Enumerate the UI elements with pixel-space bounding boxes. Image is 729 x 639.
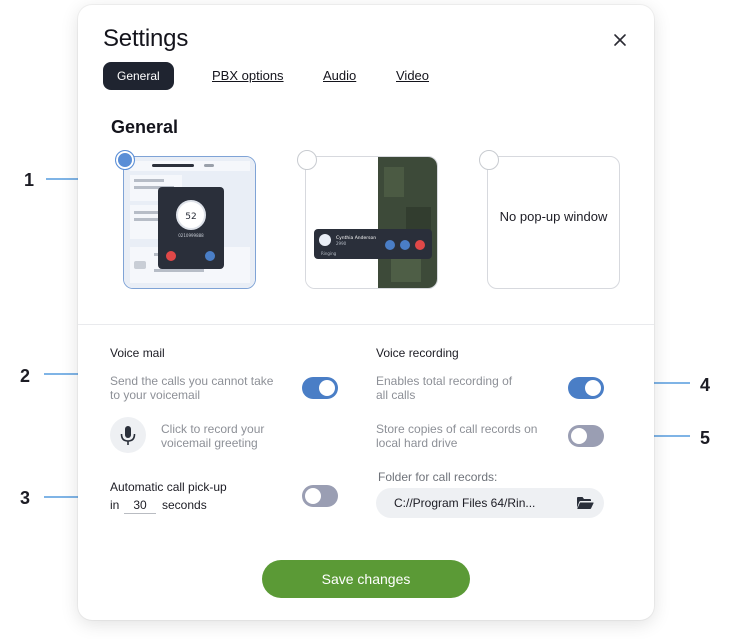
section-title: General (111, 117, 179, 137)
folder-label: Folder for call records: (378, 470, 498, 484)
preview-caller-number: 0210999888 (178, 233, 204, 238)
tab-general[interactable]: General (103, 62, 174, 90)
microphone-icon (120, 426, 136, 445)
compact-status: Ringing (321, 251, 337, 256)
auto-pickup-toggle[interactable] (302, 485, 338, 507)
tab-pbx-options[interactable]: PBX options (212, 62, 284, 90)
callout-1-label: 1 (24, 170, 35, 190)
dialog-title: Settings (103, 25, 189, 52)
folder-open-icon[interactable] (576, 496, 594, 510)
popup-option-window[interactable]: 52 0210999888 (123, 156, 256, 289)
close-icon[interactable] (611, 31, 629, 49)
local-copies-toggle[interactable] (568, 425, 604, 447)
callout-5-label: 5 (700, 428, 711, 448)
settings-tabs: General PBX options Audio Video (103, 62, 503, 90)
callout-2-label: 2 (20, 366, 31, 386)
settings-dialog: Settings General PBX options Audio Video… (78, 5, 654, 620)
total-recording-toggle[interactable] (568, 377, 604, 399)
folder-path-field[interactable]: C://Program Files 64/Rin... (376, 488, 604, 518)
callout-4-label: 4 (700, 375, 711, 395)
auto-pickup-seconds-input[interactable] (124, 496, 156, 514)
callout-3-label: 3 (20, 488, 31, 508)
local-copies-text: Store copies of call records on local ha… (376, 422, 538, 450)
voicemail-toggle[interactable] (302, 377, 338, 399)
compact-caller-line: 2990 (336, 241, 347, 246)
stage: 1 2 3 4 5 Settings General PBX options A… (0, 0, 729, 639)
no-popup-label: No pop-up window (499, 209, 608, 224)
record-greeting-text: Click to record your voicemail greeting (161, 422, 265, 450)
send-calls-voicemail-text: Send the calls you cannot take to your v… (110, 374, 274, 402)
voice-recording-heading: Voice recording (376, 346, 459, 360)
save-changes-button[interactable]: Save changes (262, 560, 470, 598)
voice-mail-heading: Voice mail (110, 346, 165, 360)
popup-option-compact-radio[interactable] (297, 150, 317, 170)
tab-audio[interactable]: Audio (323, 62, 356, 90)
popup-option-compact[interactable]: Cynthia Anderson 2990 Ringing (305, 156, 438, 289)
folder-path-text: C://Program Files 64/Rin... (394, 496, 536, 510)
compact-popup-preview: Cynthia Anderson 2990 Ringing (306, 157, 437, 288)
auto-pickup-in-label: in (110, 498, 120, 512)
auto-pickup-seconds-label: seconds (162, 498, 207, 512)
section-divider (78, 324, 654, 325)
window-popup-preview: 52 0210999888 (124, 157, 255, 288)
tab-video[interactable]: Video (396, 62, 429, 90)
preview-timer: 52 (185, 212, 196, 222)
popup-option-none-radio[interactable] (479, 150, 499, 170)
record-greeting-button[interactable] (110, 417, 146, 453)
popup-option-none[interactable]: No pop-up window (487, 156, 620, 289)
total-recording-text: Enables total recording of all calls (376, 374, 513, 402)
popup-option-window-radio[interactable] (115, 150, 135, 170)
auto-pickup-label: Automatic call pick-up (110, 480, 227, 494)
